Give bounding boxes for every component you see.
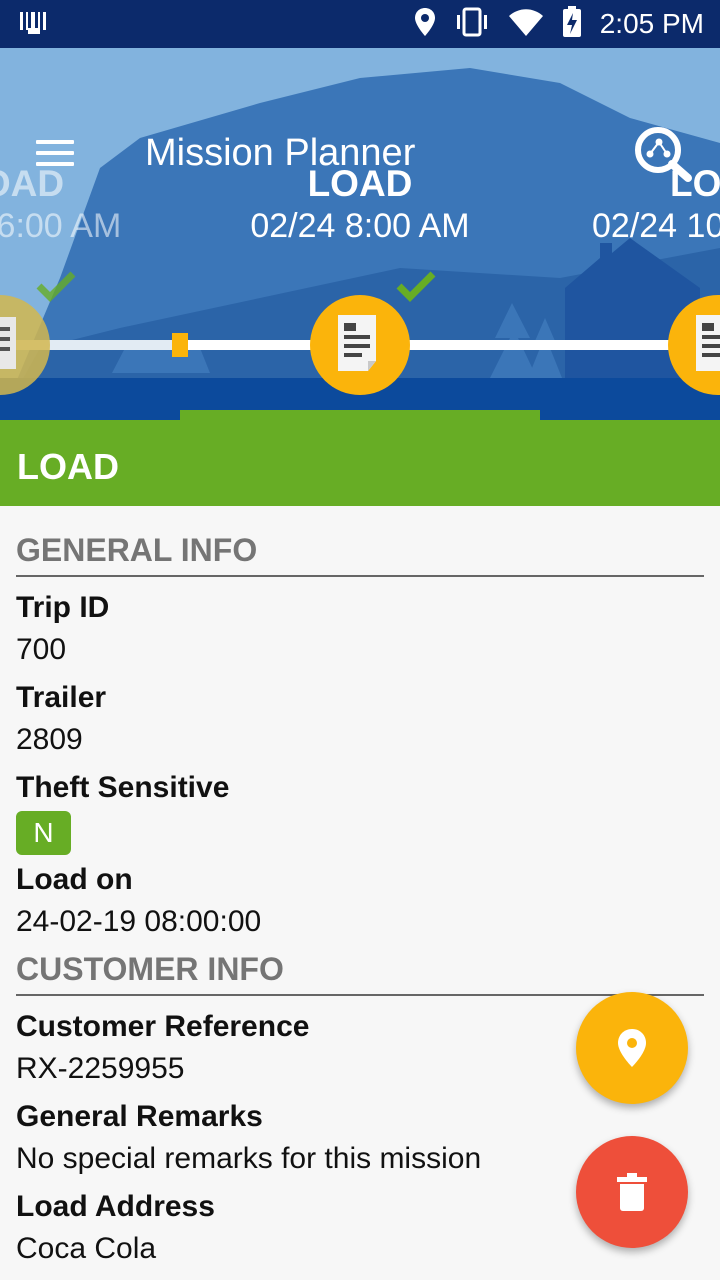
trailer-value: 2809 bbox=[16, 723, 83, 756]
timeline-progress-marker bbox=[172, 333, 188, 357]
general-remarks-label: General Remarks bbox=[16, 1100, 263, 1133]
wifi-icon bbox=[508, 7, 544, 42]
trip-id-label: Trip ID bbox=[16, 591, 110, 624]
mission-header: Mission Planner LOAD 02/24 6:00 AM LOAD … bbox=[0, 48, 720, 420]
delete-button[interactable] bbox=[576, 1136, 688, 1248]
status-bar: 2:05 PM bbox=[0, 0, 720, 48]
stop-title: LOAD bbox=[670, 163, 720, 204]
timeline-stop-current[interactable]: LOAD 02/24 8:00 AM bbox=[242, 163, 478, 246]
stop-time: 02/24 6:00 AM bbox=[0, 207, 122, 245]
timeline-stop-next[interactable]: LOAD 02/24 10:00 AM bbox=[592, 163, 720, 246]
theft-sensitive-label: Theft Sensitive bbox=[16, 771, 230, 804]
show-location-button[interactable] bbox=[576, 992, 688, 1104]
trailer-label: Trailer bbox=[16, 681, 107, 714]
document-icon[interactable] bbox=[0, 295, 50, 395]
section-title: LOAD bbox=[17, 446, 119, 487]
selected-stop-indicator bbox=[180, 410, 540, 420]
status-time: 2:05 PM bbox=[599, 8, 704, 39]
timeline-stop-previous[interactable]: LOAD 02/24 6:00 AM bbox=[0, 163, 121, 246]
stop-time: 02/24 8:00 AM bbox=[250, 207, 470, 245]
hamburger-icon bbox=[36, 140, 74, 144]
stop-title: LOAD bbox=[0, 163, 65, 204]
stop-title: LOAD bbox=[307, 163, 413, 204]
battery-icon bbox=[562, 5, 582, 43]
section-header: LOAD bbox=[0, 420, 720, 506]
document-icon[interactable] bbox=[668, 295, 720, 395]
trip-id-value: 700 bbox=[16, 633, 67, 666]
theft-sensitive-badge: N bbox=[16, 811, 71, 855]
load-on-label: Load on bbox=[16, 863, 133, 896]
map-pin-icon bbox=[618, 1029, 646, 1067]
customer-info-heading: CUSTOMER INFO bbox=[16, 939, 704, 996]
barcode-icon bbox=[18, 10, 52, 41]
document-icon[interactable] bbox=[310, 295, 410, 395]
location-icon bbox=[414, 7, 436, 42]
trash-icon bbox=[617, 1173, 647, 1211]
load-on-value: 24-02-19 08:00:00 bbox=[16, 905, 262, 938]
vibrate-icon bbox=[454, 7, 490, 42]
stop-time: 02/24 10:00 AM bbox=[592, 207, 720, 245]
general-info-heading: GENERAL INFO bbox=[16, 506, 704, 577]
